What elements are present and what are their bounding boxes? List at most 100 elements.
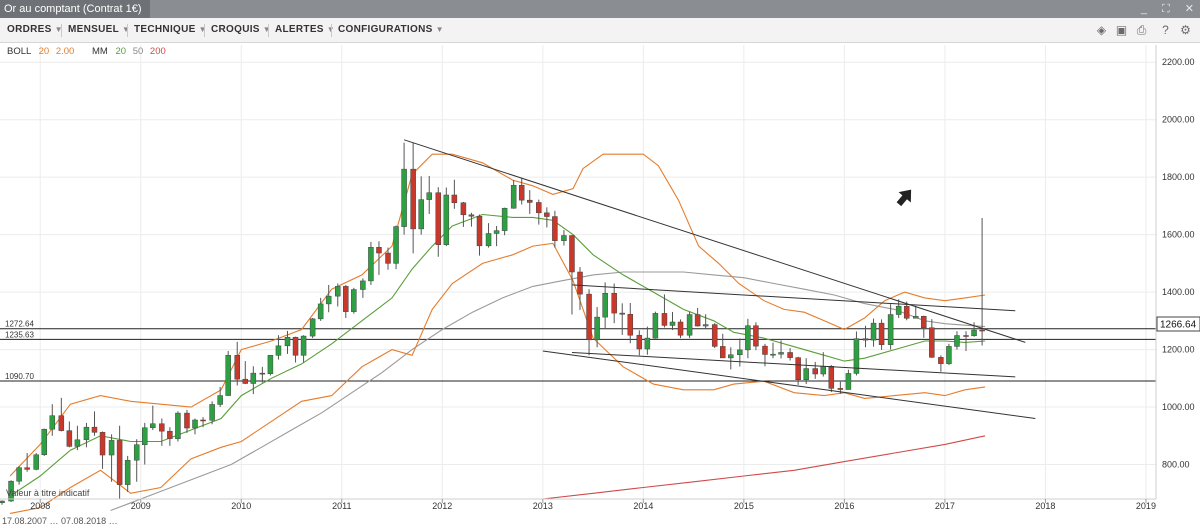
- chevron-down-icon: ▼: [262, 25, 271, 34]
- toolbar-divider: [61, 24, 62, 37]
- candle-body: [929, 327, 935, 358]
- candle-body: [795, 357, 801, 381]
- menu-alertes[interactable]: ALERTES▼: [275, 18, 335, 42]
- candle-body: [878, 322, 885, 345]
- candle-body: [259, 372, 266, 375]
- candle-body: [594, 316, 600, 341]
- candle-body: [711, 324, 718, 347]
- legend-mm[interactable]: MM 20 50 200: [92, 46, 166, 57]
- candle-body: [485, 233, 492, 247]
- minimize-icon[interactable]: _: [1141, 3, 1147, 15]
- candle-body: [124, 459, 131, 485]
- up-arrow-shape: [896, 189, 912, 207]
- candle-body: [250, 372, 257, 384]
- candle-body: [536, 202, 542, 214]
- candle-body: [200, 419, 206, 422]
- candle-body: [694, 314, 701, 327]
- x-tick-label: 2009: [131, 501, 151, 511]
- toolbar-divider: [268, 24, 269, 37]
- candle-body: [895, 305, 902, 315]
- candle-body: [753, 325, 759, 347]
- x-tick-label: 2011: [332, 501, 351, 511]
- gear-icon[interactable]: ⚙: [1178, 23, 1193, 38]
- horizontal-level-label: 1272.64: [5, 320, 34, 329]
- candle-body: [41, 428, 47, 455]
- x-tick-label: 2012: [432, 501, 452, 511]
- candle-body: [267, 355, 274, 374]
- candle-body: [870, 322, 877, 341]
- x-tick-label: 2018: [1035, 501, 1055, 511]
- candle-body: [586, 293, 592, 341]
- candle-body: [493, 230, 500, 234]
- indicator-lines: [9, 153, 986, 514]
- y-tick-label: 2000.00: [1162, 115, 1195, 125]
- watermark-text: Valeur à titre indicatif: [6, 488, 90, 498]
- candle-body: [418, 199, 424, 230]
- title-bar: Or au comptant (Contrat 1€) _ ⛶ ✕: [0, 0, 1200, 18]
- toolbar-divider: [204, 24, 205, 37]
- candle-body: [284, 336, 291, 347]
- candle-body: [49, 415, 56, 430]
- candle-body: [309, 318, 316, 337]
- menu-ordres[interactable]: ORDRES ▼: [7, 18, 63, 42]
- candle-body: [242, 378, 249, 384]
- menu-technique-label: TECHNIQUE: [134, 24, 196, 35]
- restore-icon[interactable]: ⛶: [1162, 3, 1170, 15]
- candle-body: [946, 346, 952, 364]
- window-controls: _ ⛶ ✕: [1129, 0, 1194, 18]
- y-tick-label: 1000.00: [1162, 402, 1195, 412]
- candle-body: [401, 168, 407, 227]
- print-icon[interactable]: ⎙: [1134, 23, 1149, 38]
- y-tick-label: 1600.00: [1162, 230, 1195, 240]
- candle-body: [351, 289, 357, 312]
- candle-body: [66, 430, 73, 447]
- help-icon[interactable]: ?: [1158, 23, 1173, 38]
- candle-body: [133, 444, 140, 461]
- trendline: [403, 139, 1026, 343]
- close-icon[interactable]: ✕: [1185, 3, 1194, 15]
- legend-mm-200: 200: [150, 46, 166, 57]
- image-icon[interactable]: ▣: [1114, 23, 1129, 38]
- candle-body: [903, 305, 910, 319]
- trendline: [542, 350, 1036, 420]
- chart-tab[interactable]: Or au comptant (Contrat 1€): [0, 0, 150, 18]
- candle-body: [116, 440, 123, 485]
- candle-body: [518, 184, 525, 201]
- x-tick-label: 2017: [935, 501, 955, 511]
- candle-body: [837, 388, 844, 390]
- candle-body: [862, 338, 869, 341]
- candle-body: [99, 432, 106, 456]
- x-tick-label: 2013: [533, 501, 553, 511]
- candle-body: [385, 252, 391, 264]
- horizontal-level-label: 1090.70: [5, 372, 34, 381]
- candle-body: [167, 430, 173, 439]
- candle-body: [762, 345, 768, 355]
- candle-body: [686, 314, 693, 336]
- price-chart[interactable]: 1272.641235.63 1090.70 800.00 1000.00 1200.…: [0, 43, 1200, 525]
- candle-body: [921, 316, 927, 328]
- candle-body: [619, 312, 625, 315]
- candle-body: [552, 216, 558, 241]
- candle-body: [209, 404, 215, 421]
- candle-body: [569, 235, 575, 273]
- candle-body: [611, 293, 617, 314]
- menu-configurations[interactable]: CONFIGURATIONS ▼: [338, 18, 444, 42]
- candle-body: [460, 202, 467, 216]
- candle-body: [435, 192, 442, 245]
- menu-technique[interactable]: TECHNIQUE ▼: [134, 18, 207, 42]
- menu-alertes-label: ALERTES: [275, 24, 324, 35]
- candle-body: [845, 373, 852, 390]
- candle-body: [544, 212, 550, 217]
- y-tick-label: 800.00: [1162, 460, 1190, 470]
- candle-body: [702, 324, 709, 327]
- menu-croquis[interactable]: CROQUIS ▼: [211, 18, 271, 42]
- menu-mensuel[interactable]: MENSUEL▼: [68, 18, 130, 42]
- x-tick-label: 2016: [834, 501, 854, 511]
- y-tick-label: 1400.00: [1162, 287, 1195, 297]
- layers-icon[interactable]: ◈: [1094, 23, 1109, 38]
- candle-body: [526, 199, 533, 203]
- legend-boll[interactable]: BOLL 20 2.00: [7, 46, 74, 57]
- y-tick-label: 1800.00: [1162, 172, 1195, 182]
- candle-body: [0, 500, 5, 503]
- x-tick-label: 2015: [734, 501, 754, 511]
